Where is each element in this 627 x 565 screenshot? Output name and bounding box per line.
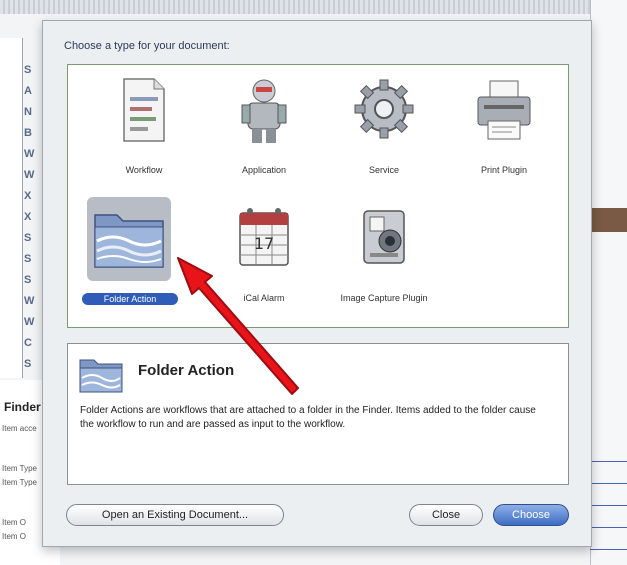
- template-label: Service: [368, 165, 399, 175]
- info-pane-title: Finder: [4, 400, 41, 414]
- background-action-list: SANBWWXXSSSWWCSW: [24, 60, 42, 396]
- printer-icon: [474, 75, 534, 145]
- template-label: iCal Alarm: [243, 293, 285, 303]
- open-existing-document-button[interactable]: Open an Existing Document...: [66, 504, 284, 526]
- description-title: Folder Action: [138, 362, 235, 379]
- background-variable-table: [590, 440, 627, 550]
- action-list-letter: S: [24, 358, 32, 370]
- svg-text:17: 17: [254, 234, 274, 253]
- template-label: Workflow: [125, 165, 163, 175]
- action-list-letter: W: [24, 148, 35, 160]
- template-label: Print Plugin: [480, 165, 528, 175]
- action-list-letter: W: [24, 295, 35, 307]
- camera-icon: [354, 203, 414, 273]
- template-folder-action[interactable]: Folder Action: [78, 197, 178, 313]
- calendar-alarm-icon: 17: [234, 203, 294, 273]
- action-list-letter: W: [24, 169, 35, 181]
- action-list-letter: C: [24, 337, 32, 349]
- info-pane-line: Item Type: [2, 464, 37, 473]
- action-list-letter: S: [24, 232, 32, 244]
- folder-action-icon: [78, 354, 124, 394]
- workflow-icon: [114, 75, 174, 145]
- folder-action-icon: [87, 197, 171, 281]
- service-gear-icon: [354, 75, 414, 145]
- template-image-capture-plugin[interactable]: Image Capture Plugin: [336, 203, 432, 313]
- action-list-letter: S: [24, 64, 32, 76]
- action-list-letter: X: [24, 211, 32, 223]
- template-description-panel: Folder Action Folder Actions are workflo…: [67, 343, 569, 485]
- choose-button[interactable]: Choose: [493, 504, 569, 526]
- template-grid: Workflow Application Service Print Plugi…: [67, 64, 569, 328]
- sheet-title: Choose a type for your document:: [64, 40, 230, 52]
- info-pane-line: Item Type: [2, 478, 37, 487]
- template-workflow[interactable]: Workflow: [96, 75, 192, 185]
- application-robot-icon: [234, 75, 294, 145]
- template-label: Folder Action: [82, 293, 178, 305]
- template-print-plugin[interactable]: Print Plugin: [456, 75, 552, 185]
- action-list-letter: B: [24, 127, 32, 139]
- template-ical-alarm[interactable]: 17 iCal Alarm: [216, 203, 312, 313]
- close-button[interactable]: Close: [409, 504, 483, 526]
- info-pane-line: Item O: [2, 518, 27, 527]
- template-service[interactable]: Service: [336, 75, 432, 185]
- template-label: Application: [241, 165, 287, 175]
- background-toolbar: [0, 0, 627, 14]
- action-list-letter: S: [24, 274, 32, 286]
- action-list-letter: W: [24, 316, 35, 328]
- action-list-letter: N: [24, 106, 32, 118]
- template-application[interactable]: Application: [216, 75, 312, 185]
- background-tab-marker: [590, 208, 627, 232]
- info-pane-line: Item O: [2, 532, 27, 541]
- info-pane-line: Item acce: [2, 424, 37, 433]
- action-list-letter: X: [24, 190, 32, 202]
- template-label: Image Capture Plugin: [340, 293, 428, 303]
- background-library-pane: [0, 38, 23, 378]
- description-text: Folder Actions are workflows that are at…: [80, 405, 536, 430]
- action-list-letter: A: [24, 85, 32, 97]
- action-list-letter: S: [24, 253, 32, 265]
